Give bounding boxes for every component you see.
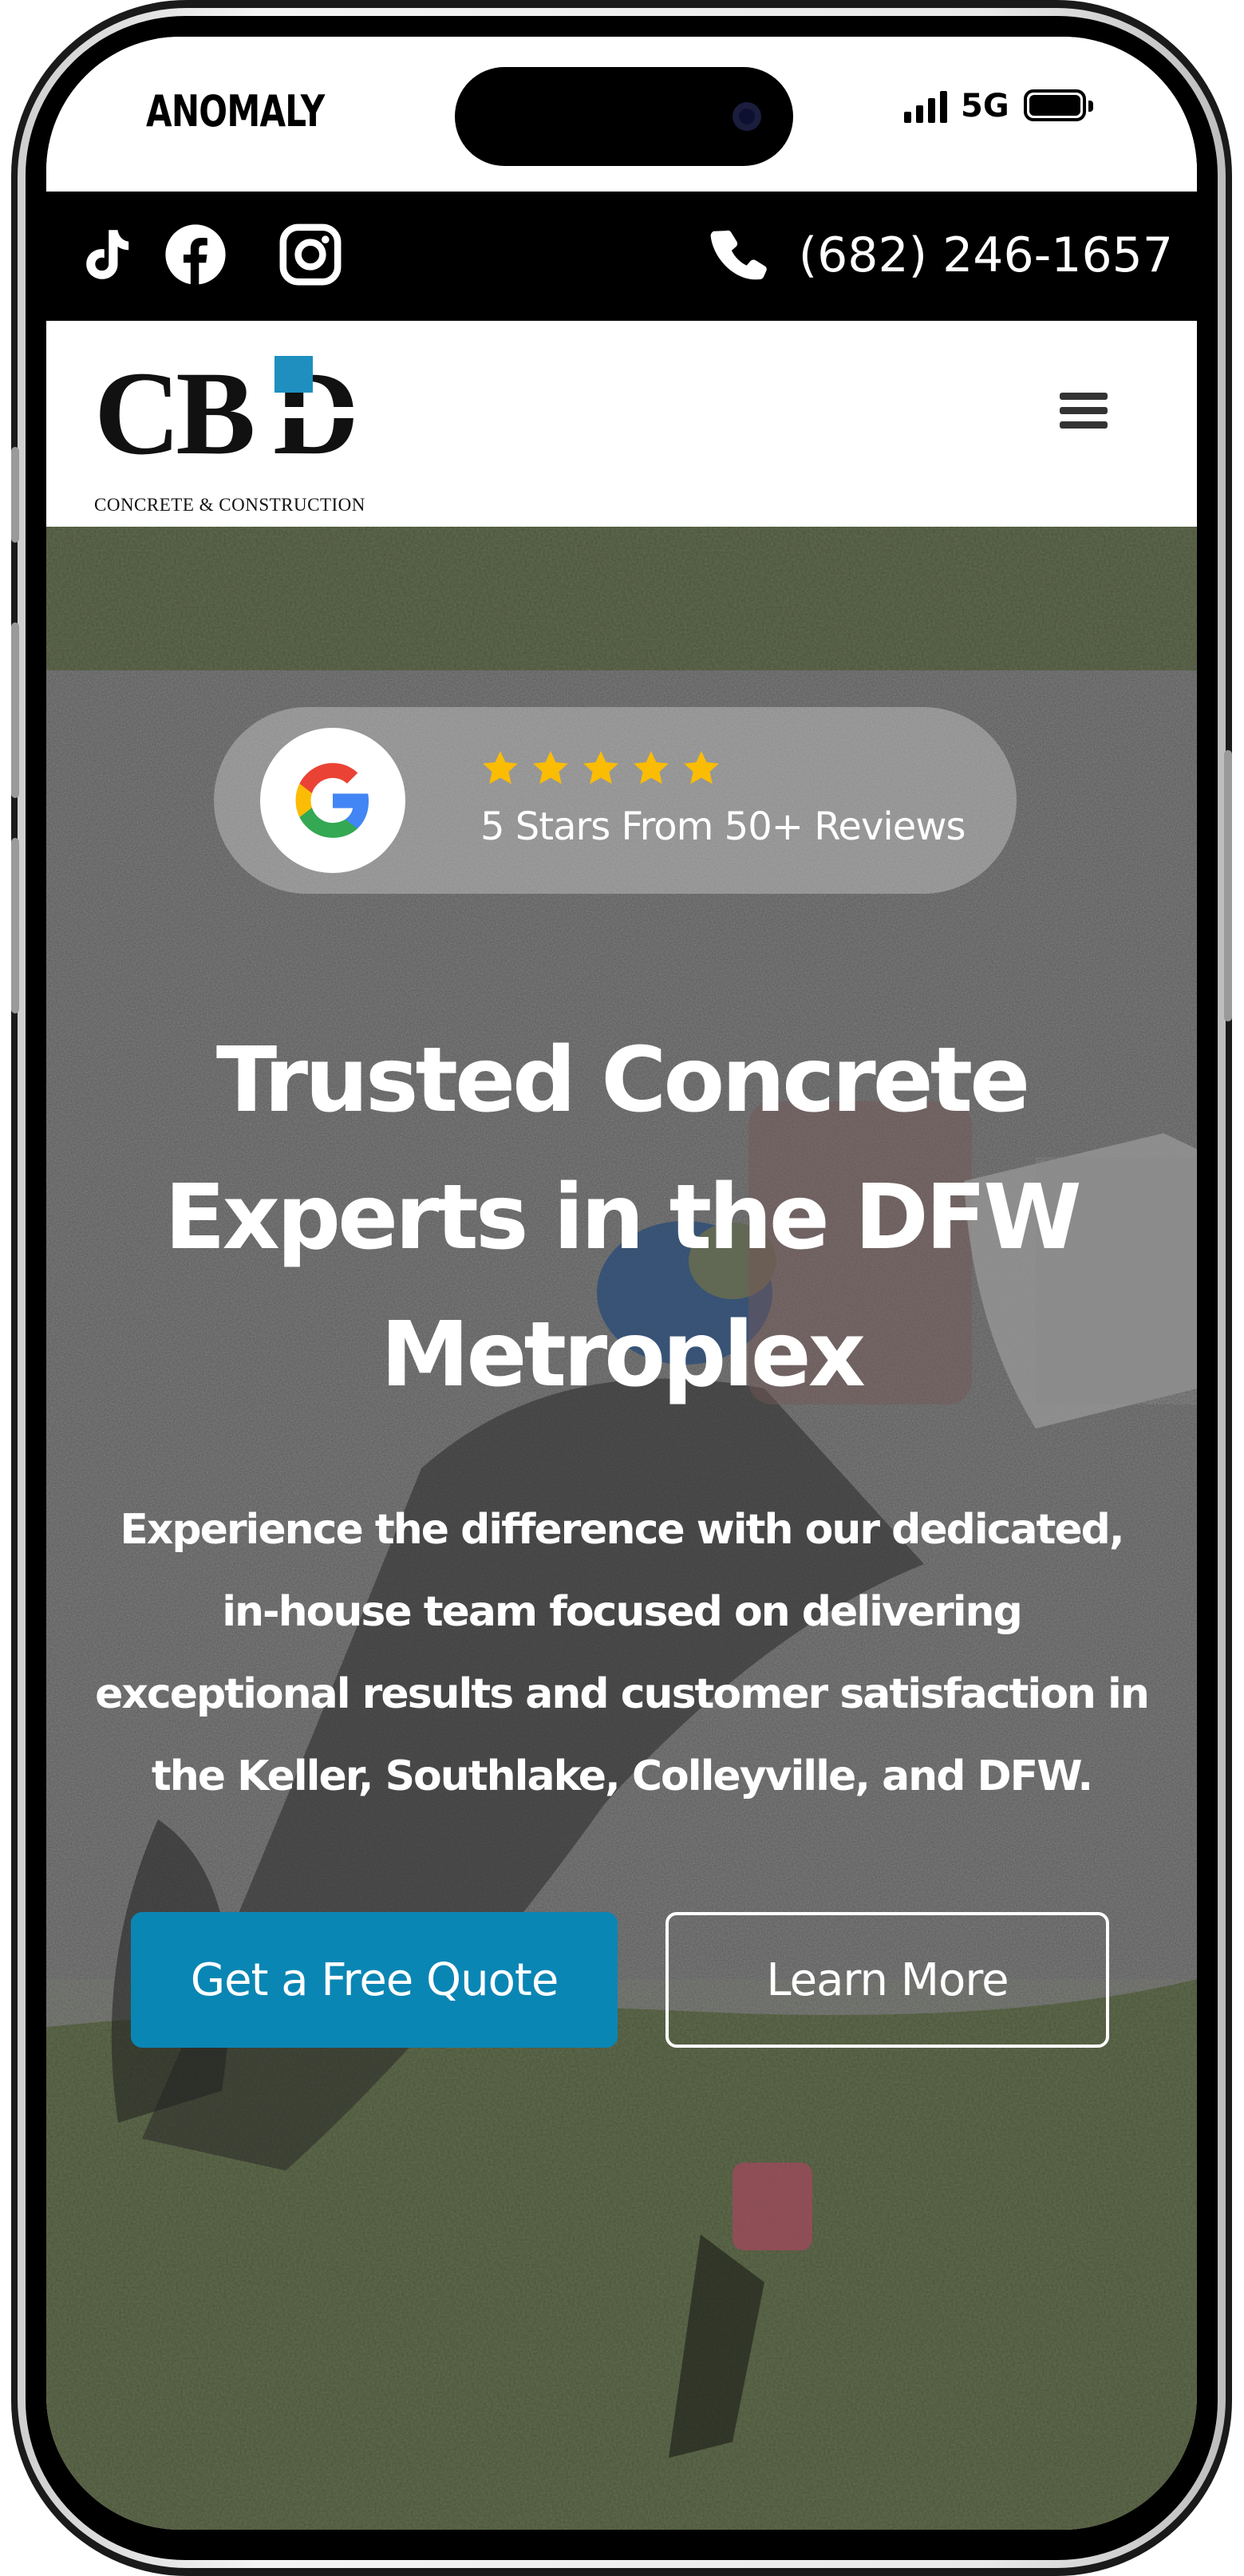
google-review-badge[interactable]: 5 Stars From 50+ Reviews <box>214 707 1017 894</box>
phone-link[interactable]: (682) 246-1657 <box>709 222 1173 289</box>
battery-tip <box>1088 101 1093 112</box>
battery-icon <box>1024 89 1086 121</box>
dynamic-island <box>455 67 793 166</box>
power-button <box>1224 750 1232 1021</box>
hero-title-line: Metroplex <box>381 1303 866 1407</box>
hero-title-line: Trusted Concrete <box>215 1029 1030 1132</box>
volume-up-button <box>11 622 19 798</box>
phone-number: (682) 246-1657 <box>798 227 1173 283</box>
logo-subtitle: CONCRETE & CONSTRUCTION <box>94 495 365 515</box>
signal-bars-icon <box>904 91 949 123</box>
instagram-icon[interactable] <box>278 222 343 287</box>
logo-blue-accent <box>274 356 313 393</box>
mute-switch <box>11 447 19 543</box>
facebook-icon[interactable] <box>163 222 228 287</box>
hero-title-line: Experts in the DFW <box>164 1166 1082 1270</box>
tiktok-icon[interactable] <box>69 222 134 287</box>
volume-down-button <box>11 838 19 1013</box>
star-icon <box>634 751 669 784</box>
status-bar: ANOMALY 5G <box>46 37 1197 192</box>
network-type: 5G <box>961 88 1009 124</box>
star-icon <box>483 751 518 784</box>
cbd-logo[interactable]: CB D <box>94 351 365 479</box>
hero-subtitle-line: exceptional results and customer satisfa… <box>95 1670 1150 1718</box>
front-camera-icon <box>733 102 761 131</box>
star-icon <box>684 751 719 784</box>
google-icon <box>295 763 369 838</box>
learn-more-button[interactable]: Learn More <box>665 1912 1109 2048</box>
hero-subtitle-line: in-house team focused on delivering <box>222 1588 1023 1636</box>
phone-icon <box>710 230 767 280</box>
hamburger-menu-icon[interactable] <box>1060 393 1108 429</box>
google-icon-container <box>260 728 405 873</box>
phone-screen: ANOMALY 5G (682) 246-1657 CB D CONCRETE … <box>46 37 1197 2530</box>
review-summary: 5 Stars From 50+ Reviews <box>480 804 966 849</box>
site-header: CB D CONCRETE & CONSTRUCTION <box>46 321 1197 527</box>
top-contact-bar: (682) 246-1657 <box>46 192 1197 321</box>
logo-letters-cb: CB <box>94 351 252 479</box>
get-free-quote-button[interactable]: Get a Free Quote <box>131 1912 618 2048</box>
star-icon <box>533 751 568 784</box>
star-icon <box>583 751 618 784</box>
hero-subtitle: Experience the difference with our dedic… <box>86 1489 1157 1818</box>
star-rating <box>480 749 732 788</box>
logo-white-stripe <box>274 407 362 418</box>
hero-title: Trusted Concrete Experts in the DFW Metr… <box>94 1012 1149 1424</box>
hero-subtitle-line: Experience the difference with our dedic… <box>120 1506 1124 1554</box>
carrier-name: ANOMALY <box>146 86 325 136</box>
hero-section: 5 Stars From 50+ Reviews Trusted Concret… <box>46 527 1197 2530</box>
hero-subtitle-line: the Keller, Southlake, Colleyville, and … <box>151 1752 1093 1800</box>
